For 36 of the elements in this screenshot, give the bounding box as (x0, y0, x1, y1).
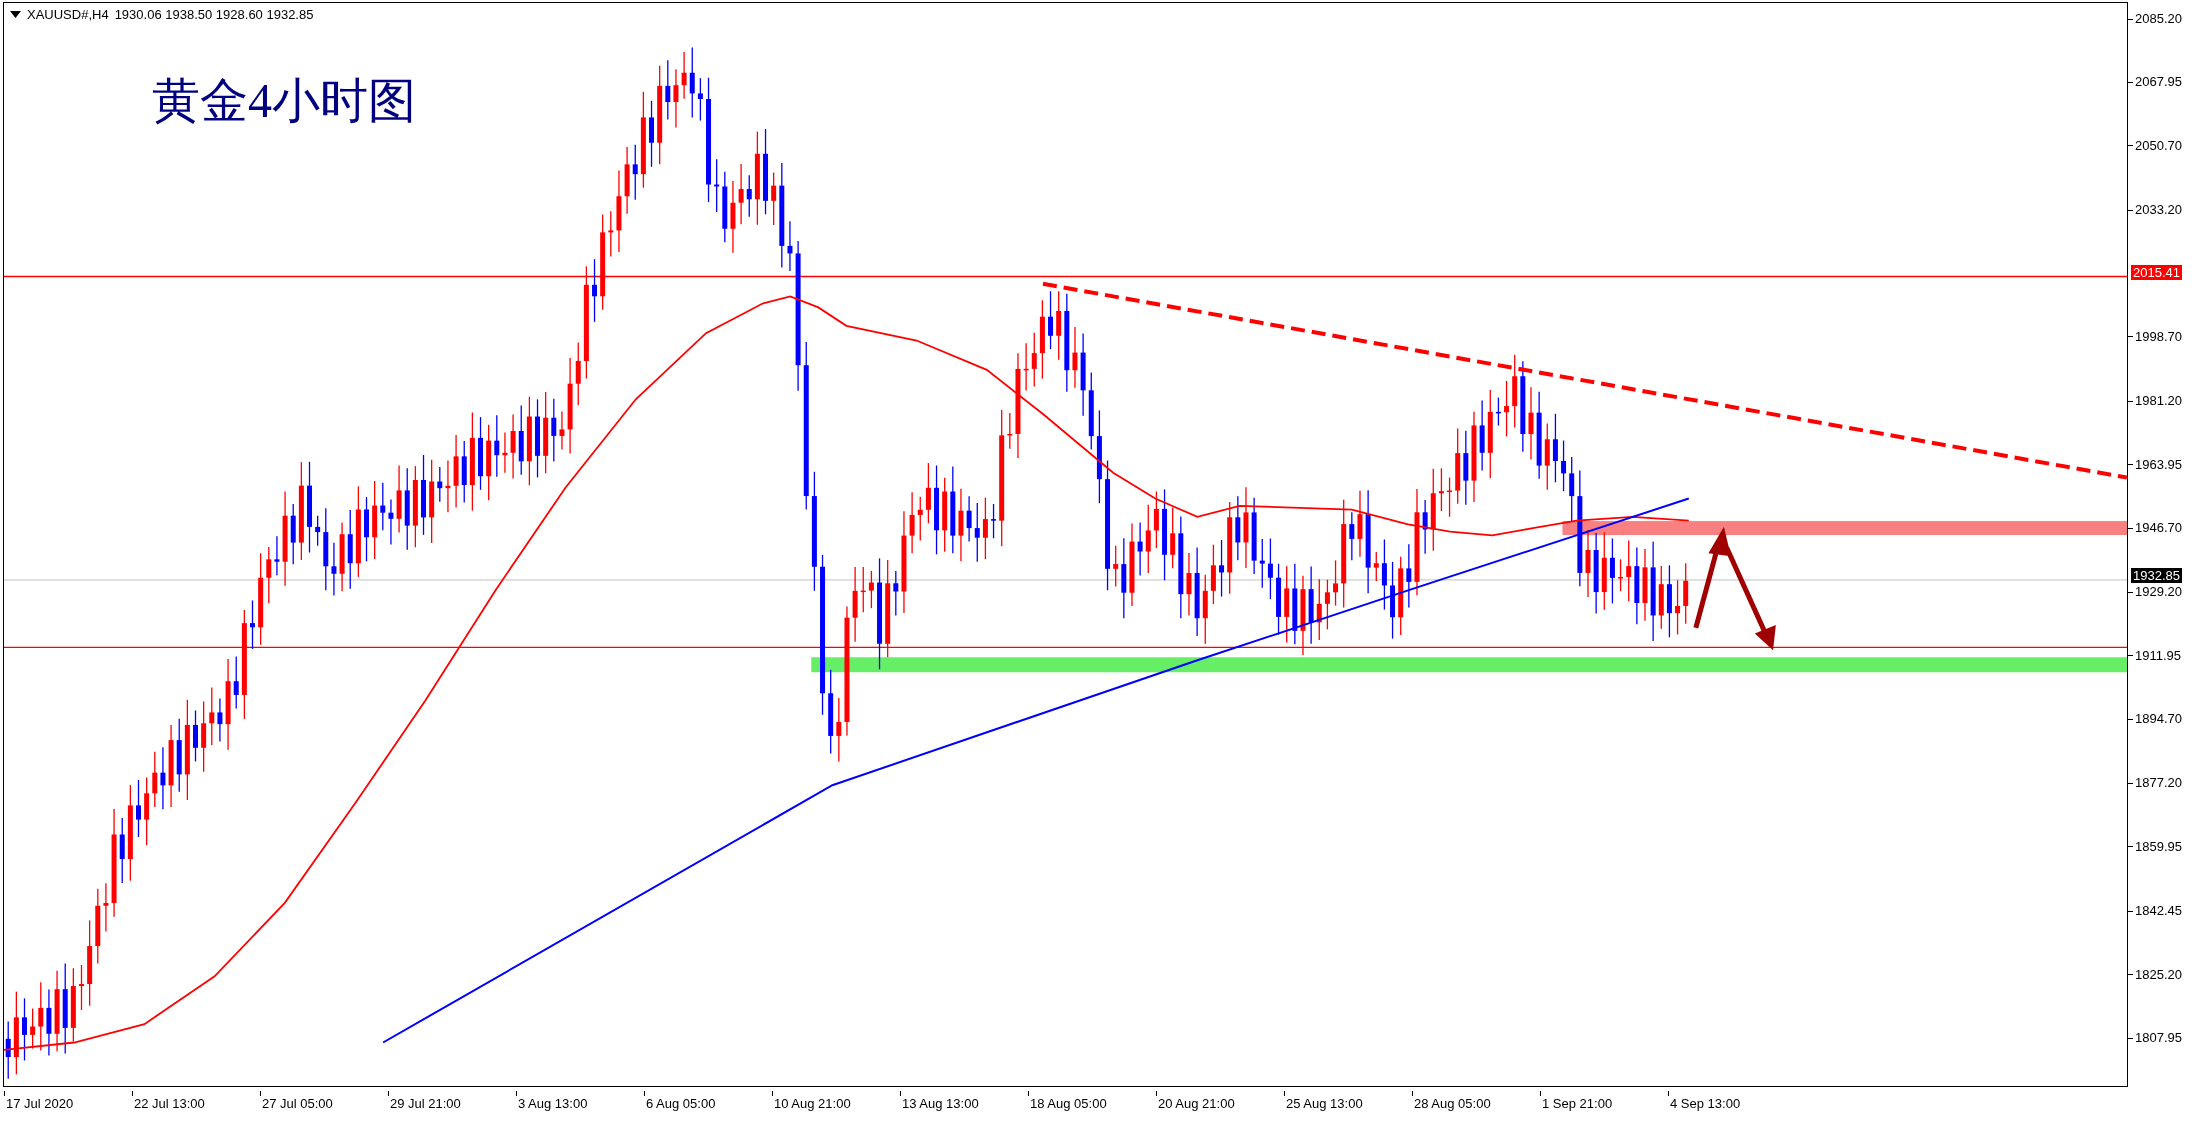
price-axis-label: 1807.95 (2135, 1030, 2182, 1046)
price-tag: 2015.41 (2131, 264, 2182, 280)
price-axis-label: 2050.70 (2135, 137, 2182, 154)
dropdown-triangle-icon[interactable] (10, 11, 21, 19)
price-axis-label: 2067.95 (2135, 74, 2182, 91)
time-axis-label: 20 Aug 21:00 (1157, 1096, 1235, 1112)
price-axis-label: 1963.95 (2135, 456, 2182, 473)
time-axis-label: 13 Aug 13:00 (901, 1096, 979, 1112)
time-axis-label: 1 Sep 21:00 (1541, 1096, 1613, 1112)
time-axis-label: 4 Sep 13:00 (1669, 1096, 1741, 1112)
time-axis-label: 18 Aug 05:00 (1029, 1096, 1107, 1112)
price-axis-label: 1825.20 (2135, 966, 2182, 983)
price-axis-label: 1929.20 (2135, 584, 2182, 601)
time-axis-label: 10 Aug 21:00 (773, 1096, 851, 1112)
price-tag: 1932.85 (2131, 567, 2182, 583)
price-axis-label: 1842.45 (2135, 903, 2182, 920)
chart-annotation: 黄金4小时图 (152, 77, 416, 125)
time-axis-label: 6 Aug 05:00 (645, 1096, 716, 1112)
price-axis-label: 1998.70 (2135, 328, 2182, 345)
price-axis-label: 2085.20 (2135, 11, 2182, 27)
price-axis-label: 1946.70 (2135, 520, 2182, 537)
price-axis-label: 2033.20 (2135, 202, 2182, 219)
price-axis-label: 1859.95 (2135, 838, 2182, 855)
price-axis-label: 1981.20 (2135, 393, 2182, 410)
time-axis-label: 28 Aug 05:00 (1413, 1096, 1491, 1112)
symbol-label: XAUUSD#,H4 (27, 6, 109, 24)
time-axis-label: 29 Jul 21:00 (389, 1096, 461, 1112)
time-axis-label: 17 Jul 2020 (5, 1096, 74, 1112)
ohlc-values: 1930.06 1938.50 1928.60 1932.85 (114, 6, 314, 24)
time-axis-label: 27 Jul 05:00 (261, 1096, 333, 1112)
time-axis-label: 22 Jul 13:00 (133, 1096, 205, 1112)
price-axis-label: 1877.20 (2135, 775, 2182, 792)
price-axis-label: 1911.95 (2135, 647, 2182, 664)
time-axis-label: 3 Aug 13:00 (517, 1096, 588, 1112)
time-axis-label: 25 Aug 13:00 (1285, 1096, 1363, 1112)
price-axis-label: 1894.70 (2135, 711, 2182, 728)
